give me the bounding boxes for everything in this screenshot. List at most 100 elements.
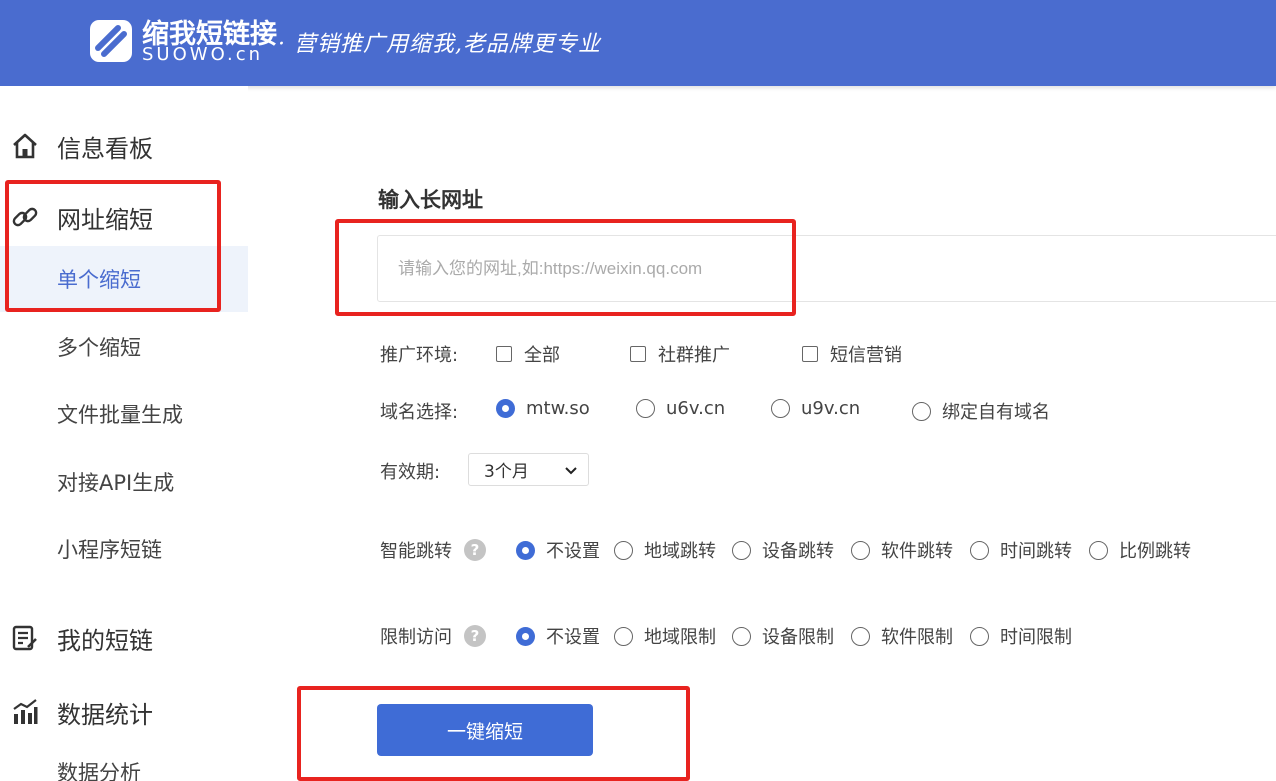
chevron-down-icon [565, 467, 577, 475]
option-label: 设备跳转 [762, 541, 834, 562]
domain-row: 域名选择: [380, 398, 458, 424]
sidebar-item-url-shorten[interactable]: 网址缩短 [0, 187, 248, 247]
domain-option-u9v[interactable]: u9v.cn [771, 398, 860, 419]
checkbox[interactable] [630, 346, 646, 362]
sidebar-item-label: 数据统计 [57, 700, 153, 729]
sidebar-item-label: 数据分析 [57, 761, 141, 781]
sidebar-item-file-batch[interactable]: 文件批量生成 [0, 381, 248, 447]
smart-redirect-option-time[interactable]: 时间跳转 [970, 537, 1072, 563]
sidebar-item-single-shorten[interactable]: 单个缩短 [0, 246, 248, 312]
top-header: 缩我短链接 SUOWO.cn · 营销推广用缩我,老品牌更专业 [0, 0, 1276, 86]
radio[interactable] [771, 399, 790, 418]
home-icon [13, 133, 37, 159]
radio-selected[interactable] [496, 399, 515, 418]
long-url-input[interactable] [377, 235, 1276, 302]
checkbox[interactable] [496, 346, 512, 362]
restrict-access-row: 限制访问 ? [380, 623, 486, 649]
validity-row: 有效期: [380, 458, 440, 484]
radio[interactable] [636, 399, 655, 418]
smart-redirect-option-software[interactable]: 软件跳转 [851, 537, 953, 563]
restrict-option-region[interactable]: 地域限制 [614, 623, 716, 649]
sidebar-item-dashboard[interactable]: 信息看板 [0, 116, 248, 176]
option-label: 全部 [524, 345, 560, 366]
restrict-option-time[interactable]: 时间限制 [970, 623, 1072, 649]
restrict-option-none[interactable]: 不设置 [516, 623, 600, 649]
promo-env-row: 推广环境: [380, 341, 458, 367]
domain-option-mtw[interactable]: mtw.so [496, 398, 590, 419]
smart-redirect-row: 智能跳转 ? [380, 537, 486, 563]
sidebar-item-label: 信息看板 [57, 134, 153, 163]
radio[interactable] [614, 626, 633, 646]
option-label: 不设置 [546, 541, 600, 562]
sidebar-item-label: 单个缩短 [57, 268, 141, 292]
option-label: 软件限制 [881, 627, 953, 648]
option-label: 地域限制 [644, 627, 716, 648]
promo-env-option-sms[interactable]: 短信营销 [802, 341, 902, 367]
sidebar-item-miniprogram[interactable]: 小程序短链 [0, 516, 248, 582]
sidebar-item-label: 多个缩短 [57, 336, 141, 360]
sidebar-item-label: 我的短链 [57, 626, 153, 655]
radio[interactable] [732, 540, 751, 560]
checkbox[interactable] [802, 346, 818, 362]
radio-selected[interactable] [516, 540, 535, 560]
option-label: u6v.cn [666, 398, 726, 419]
logo-text-en: SUOWO.cn [142, 44, 264, 65]
sidebar-item-label: 文件批量生成 [57, 403, 183, 427]
option-label: mtw.so [526, 398, 590, 419]
option-label: u9v.cn [801, 398, 861, 419]
radio-selected[interactable] [516, 626, 535, 646]
restrict-option-device[interactable]: 设备限制 [732, 623, 834, 649]
radio[interactable] [912, 401, 931, 421]
smart-redirect-option-device[interactable]: 设备跳转 [732, 537, 834, 563]
option-label: 时间限制 [1000, 627, 1072, 648]
smart-redirect-option-ratio[interactable]: 比例跳转 [1089, 537, 1191, 563]
option-label: 绑定自有域名 [942, 402, 1050, 423]
chart-icon [13, 699, 38, 724]
restrict-access-label: 限制访问 [380, 627, 452, 648]
sidebar-item-analysis[interactable]: 数据分析 [0, 739, 248, 781]
domain-option-custom[interactable]: 绑定自有域名 [912, 398, 1050, 424]
option-label: 时间跳转 [1000, 541, 1072, 562]
header-slogan: · 营销推广用缩我,老品牌更专业 [278, 32, 601, 57]
radio[interactable] [851, 626, 870, 646]
sidebar-item-multi-shorten[interactable]: 多个缩短 [0, 314, 248, 380]
radio[interactable] [851, 540, 870, 560]
domain-label: 域名选择: [380, 402, 459, 423]
sidebar: 信息看板 网址缩短 单个缩短 多个缩短 文件批量生成 对接API生成 小程序短链… [0, 86, 248, 781]
promo-env-option-community[interactable]: 社群推广 [630, 341, 730, 367]
domain-option-u6v[interactable]: u6v.cn [636, 398, 725, 419]
validity-label: 有效期: [380, 462, 441, 483]
sidebar-item-api[interactable]: 对接API生成 [0, 449, 248, 515]
smart-redirect-option-none[interactable]: 不设置 [516, 537, 600, 563]
logo-icon [90, 20, 132, 62]
smart-redirect-option-region[interactable]: 地域跳转 [614, 537, 716, 563]
validity-value: 3个月 [484, 462, 529, 482]
restrict-option-software[interactable]: 软件限制 [851, 623, 953, 649]
sidebar-item-label: 小程序短链 [57, 538, 162, 562]
help-icon[interactable]: ? [464, 539, 486, 561]
option-label: 地域跳转 [644, 541, 716, 562]
radio[interactable] [970, 626, 989, 646]
option-label: 不设置 [546, 627, 600, 648]
radio[interactable] [732, 626, 751, 646]
option-label: 软件跳转 [881, 541, 953, 562]
option-label: 短信营销 [830, 345, 902, 366]
sidebar-item-my-links[interactable]: 我的短链 [0, 608, 248, 668]
shorten-button[interactable]: 一键缩短 [377, 704, 593, 756]
promo-env-option-all[interactable]: 全部 [496, 341, 560, 367]
sidebar-item-stats[interactable]: 数据统计 [0, 682, 248, 742]
option-label: 社群推广 [658, 345, 730, 366]
option-label: 设备限制 [762, 627, 834, 648]
validity-select[interactable]: 3个月 [468, 453, 589, 486]
sidebar-item-label: 网址缩短 [57, 205, 153, 234]
radio[interactable] [1089, 540, 1108, 560]
promo-env-label: 推广环境: [380, 345, 459, 366]
section-title: 输入长网址 [378, 188, 483, 212]
radio[interactable] [614, 540, 633, 560]
list-icon [12, 625, 37, 651]
smart-redirect-label: 智能跳转 [380, 541, 452, 562]
sidebar-item-label: 对接API生成 [57, 471, 175, 495]
help-icon[interactable]: ? [464, 625, 486, 647]
radio[interactable] [970, 540, 989, 560]
link-icon [12, 207, 38, 227]
